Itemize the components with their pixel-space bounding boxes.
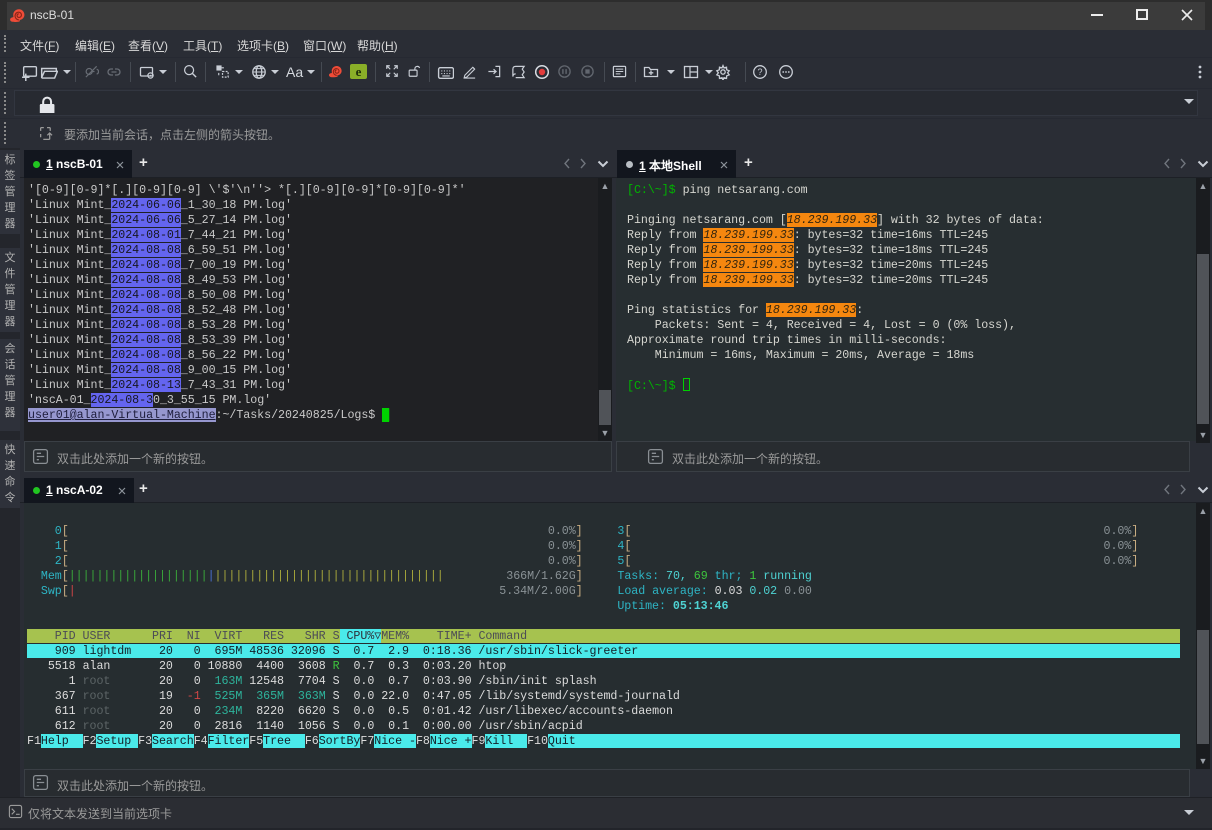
svg-text:?: ?	[757, 67, 762, 77]
